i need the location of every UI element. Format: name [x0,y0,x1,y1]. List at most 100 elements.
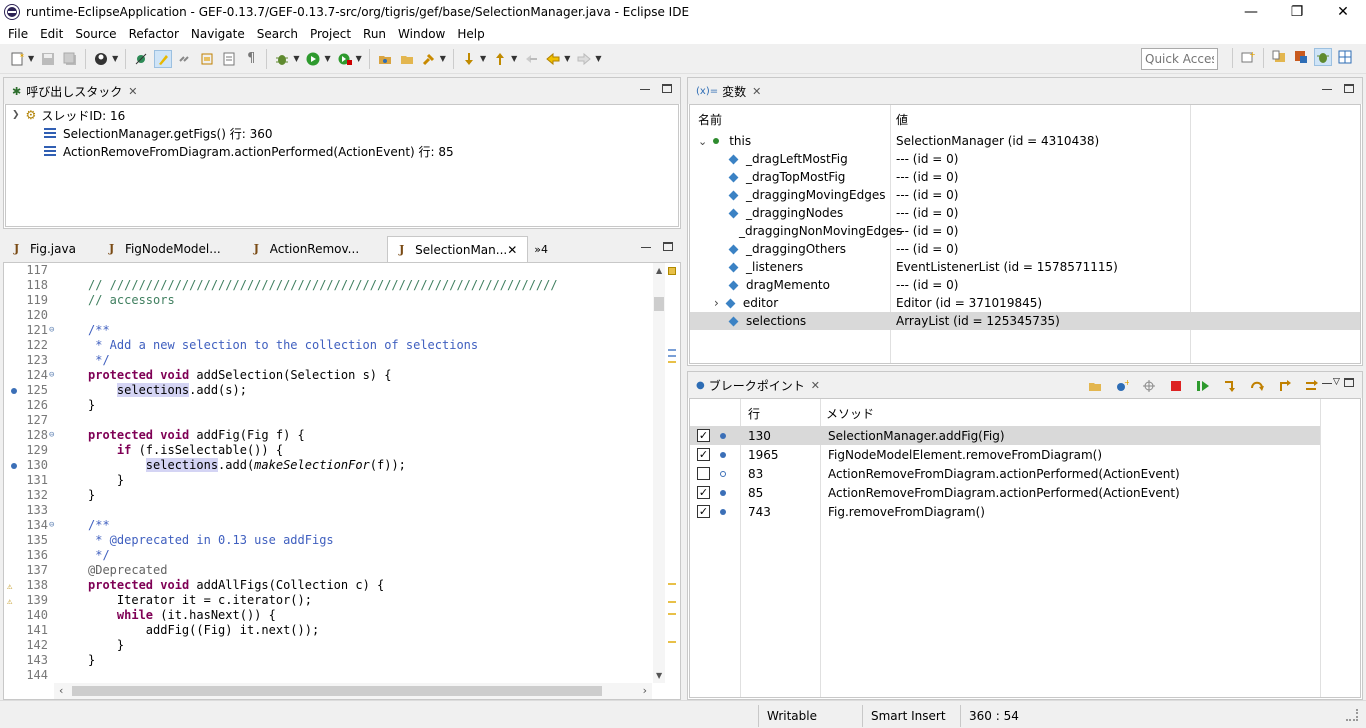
editor-tab[interactable]: FigNodeModel... [98,236,231,262]
stack-frame[interactable]: SelectionManager.getFigs() 行: 360 [6,124,678,142]
breakpoint-enabled-checkbox[interactable]: ✓ [697,486,710,499]
code-line[interactable]: 117 [4,263,652,278]
show-whitespace-icon[interactable] [220,50,238,68]
prev-annotation-dropdown-icon[interactable]: ▼ [511,54,517,63]
last-edit-icon[interactable] [522,50,540,68]
paragraph-icon[interactable]: ¶ [242,50,260,68]
next-annotation-dropdown-icon[interactable]: ▼ [480,54,486,63]
code-line[interactable]: 142 } [4,638,652,653]
maximize-view-icon[interactable] [1344,378,1354,387]
variable-row[interactable]: _draggingMovingEdges --- (id = 0) [690,186,1360,204]
breakpoint-enabled-checkbox[interactable]: ✓ [697,505,710,518]
variable-row[interactable]: _draggingOthers --- (id = 0) [690,240,1360,258]
next-annotation-icon[interactable] [460,50,478,68]
editor-tab[interactable]: ActionRemov... [243,236,369,262]
scroll-down-icon[interactable]: ▼ [656,671,662,680]
editor-tab-active[interactable]: SelectionMan... ✕ [387,236,529,262]
stack-frame[interactable]: ActionRemoveFromDiagram.actionPerformed(… [6,142,678,160]
menu-refactor[interactable]: Refactor [125,27,183,41]
code-line[interactable]: 123 */ [4,353,652,368]
overview-ruler[interactable] [666,263,680,683]
breakpoint-row[interactable]: ✓ 743 Fig.removeFromDiagram() [690,502,1320,521]
breakpoint-marker-icon[interactable] [11,388,17,394]
code-line[interactable]: 122 * Add a new selection to the collect… [4,338,652,353]
variable-row[interactable]: › editor Editor (id = 371019845) [690,294,1360,312]
toggle-mark-icon[interactable] [154,49,173,68]
code-line[interactable]: 137 @Deprecated [4,563,652,578]
vertical-scrollbar[interactable]: ▲ ▼ [653,263,665,683]
code-line[interactable]: 139 ⚠ Iterator it = c.iterator(); [4,593,652,608]
chevron-right-icon[interactable]: › [714,296,719,310]
variable-row[interactable]: _dragLeftMostFig --- (id = 0) [690,150,1360,168]
close-icon[interactable]: ✕ [752,85,761,98]
column-header-name[interactable]: 名前 [698,111,722,128]
remove-breakpoint-icon[interactable] [1167,377,1185,395]
code-line[interactable]: 121 ⊖ /** [4,323,652,338]
maximize-view-icon[interactable] [662,84,672,93]
code-line[interactable]: 136 */ [4,548,652,563]
save-all-icon[interactable] [61,50,79,68]
run-external-dropdown-icon[interactable]: ▼ [356,54,362,63]
debug-perspective-icon[interactable] [1314,48,1332,66]
warning-icon[interactable]: ⚠ [7,580,19,592]
block-select-icon[interactable] [198,50,216,68]
tab-overflow[interactable]: »4 [534,243,548,256]
restore-button[interactable]: ❐ [1274,0,1320,24]
editor-tab[interactable]: Fig.java [3,236,86,262]
open-folder-icon[interactable] [398,50,416,68]
exception-breakpoint-icon[interactable] [1140,377,1158,395]
code-line[interactable]: 140 while (it.hasNext()) { [4,608,652,623]
new-java-package-icon[interactable] [376,50,394,68]
run-dropdown-icon[interactable]: ▼ [324,54,330,63]
code-line[interactable]: 120 [4,308,652,323]
code-line[interactable]: 130 selections.add(makeSelectionFor(f)); [4,458,652,473]
column-header-method[interactable]: メソッド [826,405,874,422]
back-dropdown-icon[interactable]: ▼ [564,54,570,63]
quick-access-input[interactable] [1141,48,1218,70]
menu-navigate[interactable]: Navigate [187,27,249,41]
menu-search[interactable]: Search [253,27,302,41]
run-icon[interactable] [304,50,322,68]
breakpoint-enabled-checkbox[interactable] [697,467,710,480]
menu-file[interactable]: File [4,27,32,41]
save-icon[interactable] [39,50,57,68]
menu-project[interactable]: Project [306,27,355,41]
step-return-icon[interactable] [1275,377,1293,395]
minimize-button[interactable]: — [1228,0,1274,24]
code-line[interactable]: 141 addFig((Fig) it.next()); [4,623,652,638]
code-line[interactable]: 135 * @deprecated in 0.13 use addFigs [4,533,652,548]
breakpoint-enabled-checkbox[interactable]: ✓ [697,448,710,461]
horizontal-scrollbar[interactable]: ‹ › [54,683,652,699]
menu-edit[interactable]: Edit [36,27,67,41]
code-line[interactable]: 124 ⊖ protected void addSelection(Selectio… [4,368,652,383]
maximize-view-icon[interactable] [1344,84,1354,93]
close-icon[interactable]: ✕ [507,243,517,257]
prev-annotation-icon[interactable] [491,50,509,68]
code-line[interactable]: 128 ⊖ protected void addFig(Fig f) { [4,428,652,443]
variables-tab[interactable]: (x)= 変数 ✕ [688,78,769,104]
breakpoint-row[interactable]: 83 ActionRemoveFromDiagram.actionPerforme… [690,464,1320,483]
column-header-line[interactable]: 行 [748,405,760,422]
java-perspective-icon[interactable] [1292,48,1310,66]
close-icon[interactable]: ✕ [811,379,820,392]
debug-dropdown-icon[interactable]: ▼ [112,54,118,63]
scroll-right-icon[interactable]: › [643,684,647,697]
code-line[interactable]: 132} [4,488,652,503]
code-line[interactable]: 138 ⚠ protected void addAllFigs(Collection… [4,578,652,593]
minimize-view-icon[interactable] [1322,84,1332,90]
minimize-view-icon[interactable] [641,242,651,248]
breakpoint-row[interactable]: ✓ 130 SelectionManager.addFig(Fig) [690,426,1320,445]
menu-window[interactable]: Window [394,27,449,41]
breakpoint-row[interactable]: ✓ 85 ActionRemoveFromDiagram.actionPerform… [690,483,1320,502]
code-line[interactable]: 131 } [4,473,652,488]
resume-icon[interactable] [1194,377,1212,395]
variable-row[interactable]: _draggingNodes --- (id = 0) [690,204,1360,222]
back-icon[interactable] [544,50,562,68]
code-line[interactable]: 129 if (f.isSelectable()) { [4,443,652,458]
skip-breakpoints-icon[interactable] [132,50,150,68]
breakpoints-tab[interactable]: ● ブレークポイント ✕ [688,372,828,398]
step-over-icon[interactable] [1248,377,1266,395]
link-icon[interactable] [176,50,194,68]
fold-toggle-icon[interactable]: ⊖ [49,518,54,533]
link-with-debug-icon[interactable] [1302,377,1320,395]
